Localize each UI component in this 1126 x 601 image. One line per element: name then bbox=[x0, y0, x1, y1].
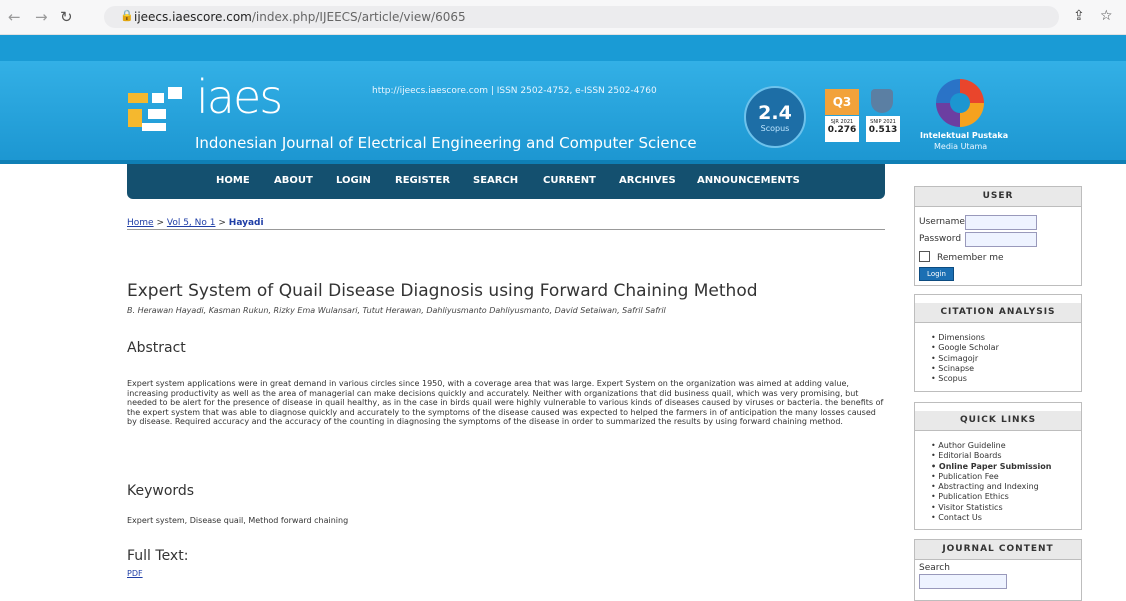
username-input[interactable] bbox=[965, 215, 1037, 230]
citation-item[interactable]: Dimensions bbox=[931, 333, 999, 343]
quick-link-item[interactable]: Publication Fee bbox=[931, 472, 1051, 482]
user-block-heading: USER bbox=[915, 187, 1081, 207]
url-text[interactable]: ijeecs.iaescore.com/index.php/IJEECS/art… bbox=[134, 10, 466, 24]
abstract-text: Expert system applications were in great… bbox=[127, 379, 884, 427]
citescore-badge[interactable]: 2.4 Scopus bbox=[744, 86, 806, 148]
back-arrow-icon[interactable]: ← bbox=[8, 8, 21, 26]
nav-about[interactable]: ABOUT bbox=[274, 175, 313, 186]
citescore-label: Scopus bbox=[760, 124, 790, 133]
iaes-logo-text[interactable]: iaes bbox=[196, 70, 283, 124]
password-label: Password bbox=[919, 234, 962, 244]
quick-link-item[interactable]: Visitor Statistics bbox=[931, 503, 1051, 513]
publisher-subtitle: Media Utama bbox=[934, 142, 988, 151]
citation-analysis-block: CITATION ANALYSIS Dimensions Google Scho… bbox=[914, 294, 1082, 392]
sjr-badge[interactable]: SJR 2021 0.276 bbox=[825, 116, 859, 142]
nav-search[interactable]: SEARCH bbox=[473, 175, 518, 186]
quick-link-item[interactable]: Editorial Boards bbox=[931, 451, 1051, 461]
pdf-link[interactable]: PDF bbox=[127, 569, 143, 578]
nav-announcements[interactable]: ANNOUNCEMENTS bbox=[697, 175, 800, 186]
nav-register[interactable]: REGISTER bbox=[395, 175, 450, 186]
citation-item[interactable]: Google Scholar bbox=[931, 343, 999, 353]
nav-home[interactable]: HOME bbox=[216, 175, 250, 186]
quick-links-list: Author Guideline Editorial Boards Online… bbox=[931, 441, 1051, 523]
journal-name: Indonesian Journal of Electrical Enginee… bbox=[195, 134, 697, 152]
scimago-shield-icon bbox=[871, 89, 893, 113]
browser-toolbar: ← → ↻ 🔒 ijeecs.iaescore.com/index.php/IJ… bbox=[0, 0, 1126, 35]
article-title: Expert System of Quail Disease Diagnosis… bbox=[127, 281, 758, 301]
login-button[interactable]: Login bbox=[919, 267, 954, 281]
citation-item[interactable]: Scinapse bbox=[931, 364, 999, 374]
nav-archives[interactable]: ARCHIVES bbox=[619, 175, 676, 186]
keywords-heading: Keywords bbox=[127, 483, 195, 499]
quick-link-item[interactable]: Abstracting and Indexing bbox=[931, 482, 1051, 492]
quick-link-item[interactable]: Contact Us bbox=[931, 513, 1051, 523]
quick-link-item[interactable]: Author Guideline bbox=[931, 441, 1051, 451]
search-label: Search bbox=[919, 563, 950, 573]
journal-content-block: JOURNAL CONTENT Search bbox=[914, 539, 1082, 601]
share-icon[interactable]: ⇪ bbox=[1073, 8, 1085, 24]
nav-current[interactable]: CURRENT bbox=[543, 175, 596, 186]
username-label: Username bbox=[919, 217, 965, 227]
breadcrumb: Home > Vol 5, No 1 > Hayadi bbox=[127, 218, 264, 228]
abstract-heading: Abstract bbox=[127, 340, 186, 356]
breadcrumb-issue[interactable]: Vol 5, No 1 bbox=[167, 218, 216, 228]
quick-link-item[interactable]: Online Paper Submission bbox=[931, 462, 1052, 472]
citation-item[interactable]: Scimagojr bbox=[931, 354, 999, 364]
breadcrumb-home[interactable]: Home bbox=[127, 218, 154, 228]
journal-content-heading: JOURNAL CONTENT bbox=[915, 540, 1081, 560]
snip-badge[interactable]: SNIP 2021 0.513 bbox=[866, 116, 900, 142]
lock-icon: 🔒 bbox=[120, 9, 134, 22]
citation-item[interactable]: Scopus bbox=[931, 374, 999, 384]
user-block: USER Username Password Remember me Login bbox=[914, 186, 1082, 286]
breadcrumb-divider bbox=[127, 229, 885, 230]
main-nav: HOME ABOUT LOGIN REGISTER SEARCH CURRENT… bbox=[127, 164, 885, 199]
quartile-badge[interactable]: Q3 bbox=[825, 89, 859, 115]
reload-icon[interactable]: ↻ bbox=[60, 8, 73, 26]
header-top-band bbox=[0, 35, 1126, 61]
keywords-text: Expert system, Disease quail, Method for… bbox=[127, 516, 349, 525]
bookmark-star-icon[interactable]: ☆ bbox=[1100, 8, 1113, 24]
citescore-value: 2.4 bbox=[758, 102, 792, 124]
quick-links-heading: QUICK LINKS bbox=[915, 411, 1081, 431]
forward-arrow-icon[interactable]: → bbox=[35, 8, 48, 26]
article-authors: B. Herawan Hayadi, Kasman Rukun, Rizky E… bbox=[127, 306, 666, 315]
citation-analysis-heading: CITATION ANALYSIS bbox=[915, 303, 1081, 323]
fulltext-heading: Full Text: bbox=[127, 548, 189, 564]
remember-me-checkbox[interactable] bbox=[919, 251, 930, 262]
publisher-name: Intelektual Pustaka bbox=[920, 131, 1009, 140]
quick-link-item[interactable]: Publication Ethics bbox=[931, 492, 1051, 502]
iaes-logo-icon bbox=[128, 87, 182, 131]
password-input[interactable] bbox=[965, 232, 1037, 247]
remember-me-label: Remember me bbox=[937, 253, 1004, 263]
citation-list: Dimensions Google Scholar Scimagojr Scin… bbox=[931, 333, 999, 384]
search-input[interactable] bbox=[919, 574, 1007, 589]
breadcrumb-current[interactable]: Hayadi bbox=[229, 218, 264, 228]
issn-text: http://ijeecs.iaescore.com | ISSN 2502-4… bbox=[372, 86, 657, 96]
nav-login[interactable]: LOGIN bbox=[336, 175, 371, 186]
quick-links-block: QUICK LINKS Author Guideline Editorial B… bbox=[914, 402, 1082, 530]
